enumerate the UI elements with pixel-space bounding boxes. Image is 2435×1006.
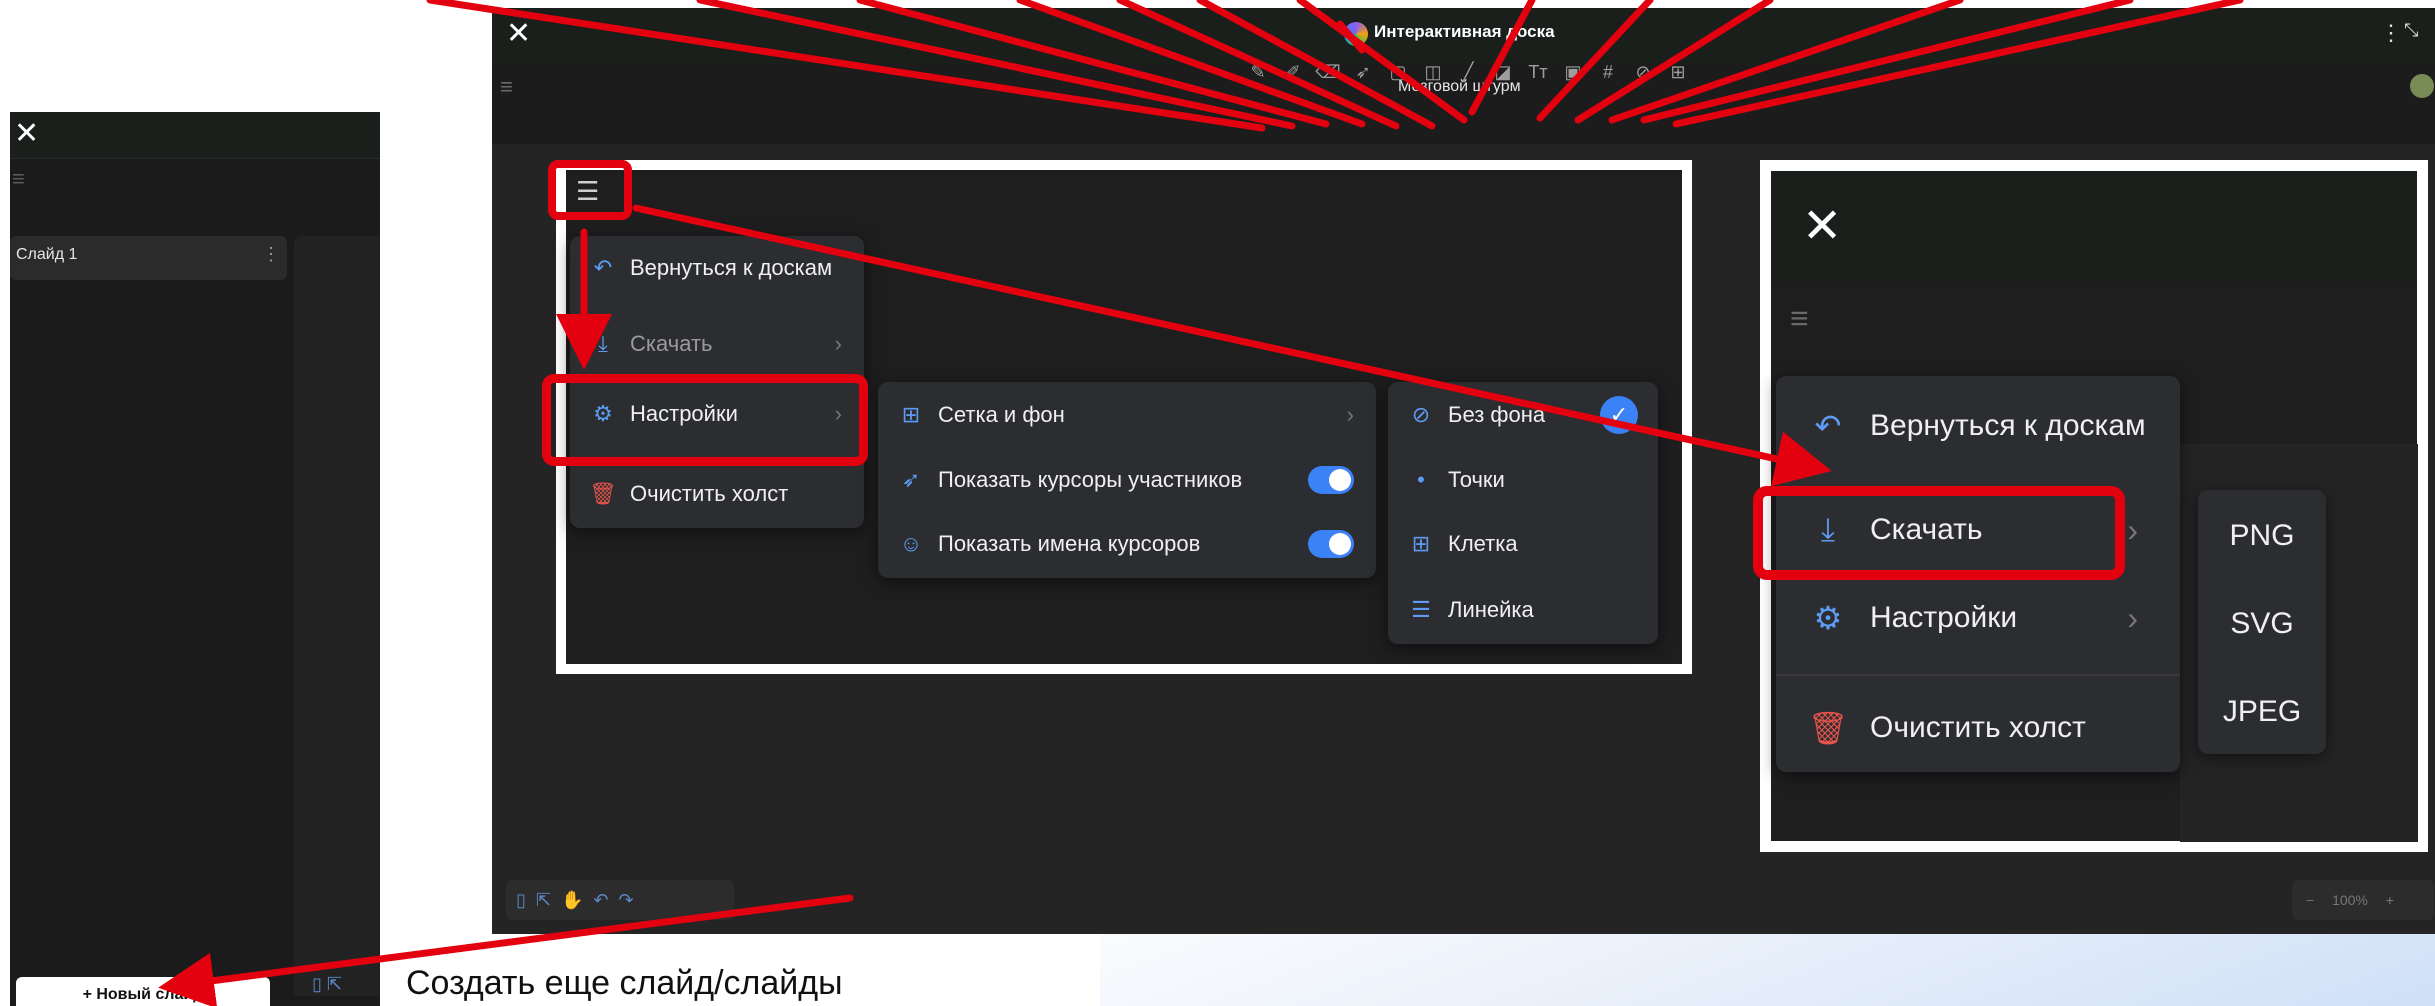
pencil-icon[interactable]: ✎ bbox=[1244, 62, 1272, 92]
no-background-icon: ⊘ bbox=[1411, 402, 1431, 427]
close-icon[interactable]: ✕ bbox=[1802, 200, 1842, 254]
grid-icon[interactable]: # bbox=[1594, 62, 1622, 92]
zoom-control: − 100% + bbox=[2292, 880, 2434, 920]
cursor-icon: ➶ bbox=[901, 467, 921, 492]
gear-icon: ⚙ bbox=[1813, 600, 1843, 636]
check-icon: ✓ bbox=[1600, 396, 1638, 434]
shapes-icon[interactable]: ◫ bbox=[1419, 62, 1447, 92]
chevron-right-icon: › bbox=[2127, 599, 2138, 636]
slide-label: Слайд 1 bbox=[16, 246, 78, 263]
select-icon[interactable]: ▯⇱✋↶↷ bbox=[516, 890, 644, 910]
attach-icon[interactable]: ⊘ bbox=[1629, 62, 1657, 92]
menu-item-dots[interactable]: • Точки bbox=[1388, 448, 1658, 512]
highlight-box bbox=[1753, 486, 2125, 580]
marker-icon[interactable]: ✐ bbox=[1279, 62, 1307, 92]
trash-icon: 🗑 bbox=[1807, 710, 1849, 746]
settings-submenu: ⊞ Сетка и фон › ➶ Показать курсоры участ… bbox=[878, 382, 1376, 578]
download-format-submenu: PNG SVG JPEG bbox=[2198, 490, 2326, 754]
menu-item-label: Клетка bbox=[1448, 531, 1518, 556]
menu-item-label: Показать курсоры участников bbox=[938, 467, 1243, 492]
menu-item-label: Настройки bbox=[1870, 601, 2018, 634]
text-icon[interactable]: Tт bbox=[1524, 62, 1552, 92]
undo-icon: ↶ bbox=[1814, 408, 1842, 444]
menu-item-label: Сетка и фон bbox=[938, 402, 1065, 427]
dots-icon: • bbox=[1417, 467, 1425, 492]
drawing-toolbar: ✎ ✐ ⌫ ➶ ▢ ◫ ╱ ◪ Tт ▣ # ⊘ ⊞ bbox=[1244, 62, 1692, 92]
download-icon: ⤓ bbox=[598, 331, 608, 356]
sidebar-header bbox=[10, 112, 380, 159]
close-icon[interactable]: ✕ bbox=[14, 114, 39, 154]
highlight-box bbox=[548, 160, 632, 220]
bottom-tools: ▯⇱✋↶↷ bbox=[506, 880, 734, 920]
app-logo bbox=[1344, 22, 1368, 46]
rectangle-icon[interactable]: ▢ bbox=[1384, 62, 1412, 92]
menu-item-show-cursor-names[interactable]: ☺ Показать имена курсоров bbox=[878, 512, 1376, 576]
image-icon[interactable]: ▣ bbox=[1559, 62, 1587, 92]
menu-item-label: Вернуться к доскам bbox=[630, 255, 833, 280]
zoom-level: 100% bbox=[2332, 892, 2368, 908]
format-svg[interactable]: SVG bbox=[2198, 588, 2326, 660]
zoom-in-icon[interactable]: + bbox=[2386, 892, 2394, 908]
menu-item-ruler[interactable]: ☰ Линейка bbox=[1388, 578, 1658, 642]
format-jpeg[interactable]: JPEG bbox=[2198, 676, 2326, 748]
menu-item-label: Очистить холст bbox=[630, 481, 789, 506]
menu-icon[interactable]: ≡ bbox=[500, 74, 513, 100]
chevron-right-icon: › bbox=[2127, 511, 2138, 548]
highlight-box bbox=[542, 374, 868, 466]
menu-item-grid[interactable]: ⊞ Клетка bbox=[1388, 512, 1658, 576]
canvas-preview bbox=[294, 236, 380, 996]
menu-item-settings[interactable]: ⚙ Настройки › bbox=[1776, 582, 2180, 654]
undo-icon: ↶ bbox=[593, 255, 613, 280]
menu-item-label: Без фона bbox=[1448, 402, 1546, 427]
menu-item-label: Линейка bbox=[1448, 597, 1534, 622]
menu-item-show-cursors[interactable]: ➶ Показать курсоры участников bbox=[878, 448, 1376, 512]
lines-icon: ☰ bbox=[1411, 597, 1431, 622]
menu-icon[interactable]: ≡ bbox=[1790, 300, 1809, 337]
pointer-icon[interactable]: ➶ bbox=[1349, 62, 1377, 92]
divider bbox=[1776, 674, 2180, 676]
menu-item-label: Вернуться к доскам bbox=[1870, 409, 2146, 442]
menu-icon[interactable]: ≡ bbox=[12, 166, 25, 192]
menu-item-clear[interactable]: 🗑 Очистить холст bbox=[1776, 692, 2180, 764]
menu-item-download[interactable]: ⤓ Скачать › bbox=[570, 312, 864, 376]
zoom-out-icon[interactable]: − bbox=[2306, 892, 2314, 908]
create-slides-caption: Создать еще слайд/слайды bbox=[406, 964, 843, 1002]
user-icon: ☺ bbox=[899, 531, 923, 556]
panel-toggle-icon[interactable]: ▯ ⇱ bbox=[312, 974, 342, 995]
line-icon[interactable]: ╱ bbox=[1454, 62, 1482, 92]
collapse-icon[interactable]: ⤡ bbox=[2404, 20, 2418, 41]
title-bar: ✕ Интерактивная доска ⋮ ⤡ bbox=[492, 8, 2435, 64]
more-icon[interactable]: ⋮ bbox=[262, 244, 280, 265]
menu-item-label: Точки bbox=[1448, 467, 1505, 492]
app-title: Интерактивная доска bbox=[1374, 22, 1555, 41]
menu-item-label: Скачать bbox=[630, 331, 713, 356]
menu-item-clear[interactable]: 🗑 Очистить холст bbox=[570, 462, 864, 526]
table-icon[interactable]: ⊞ bbox=[1664, 62, 1692, 92]
trash-icon: 🗑 bbox=[589, 481, 617, 506]
grid-icon: ⊞ bbox=[901, 402, 921, 427]
toggle-switch[interactable] bbox=[1308, 530, 1354, 558]
format-png[interactable]: PNG bbox=[2198, 500, 2326, 572]
chevron-right-icon: › bbox=[1346, 402, 1354, 427]
more-icon[interactable]: ⋮ bbox=[2380, 20, 2402, 46]
toggle-switch[interactable] bbox=[1308, 466, 1354, 494]
grid-icon: ⊞ bbox=[1411, 531, 1431, 556]
slide-thumbnail[interactable]: Слайд 1 ⋮ bbox=[10, 236, 287, 280]
background-submenu: ⊘ Без фона ✓ • Точки ⊞ Клетка ☰ Линейка bbox=[1388, 382, 1658, 644]
avatar[interactable] bbox=[2410, 74, 2434, 98]
new-slide-button[interactable]: + Новый слайд bbox=[16, 977, 270, 1006]
menu-item-back[interactable]: ↶ Вернуться к доскам bbox=[570, 236, 864, 300]
menu-item-label: Очистить холст bbox=[1870, 711, 2086, 744]
close-icon[interactable]: ✕ bbox=[506, 14, 531, 54]
menu-item-back[interactable]: ↶ Вернуться к доскам bbox=[1776, 390, 2180, 462]
sticky-note-icon[interactable]: ◪ bbox=[1489, 62, 1517, 92]
title-bar bbox=[1771, 171, 2417, 283]
menu-item-no-background[interactable]: ⊘ Без фона ✓ bbox=[1388, 382, 1658, 448]
slides-sidebar: ✕ ≡ Слайд 1 ⋮ + Новый слайд ▯ ⇱ bbox=[10, 112, 380, 1006]
chevron-right-icon: › bbox=[834, 331, 842, 356]
menu-item-grid-background[interactable]: ⊞ Сетка и фон › bbox=[878, 382, 1376, 448]
menu-item-label: Показать имена курсоров bbox=[938, 531, 1201, 556]
eraser-icon[interactable]: ⌫ bbox=[1314, 62, 1342, 92]
